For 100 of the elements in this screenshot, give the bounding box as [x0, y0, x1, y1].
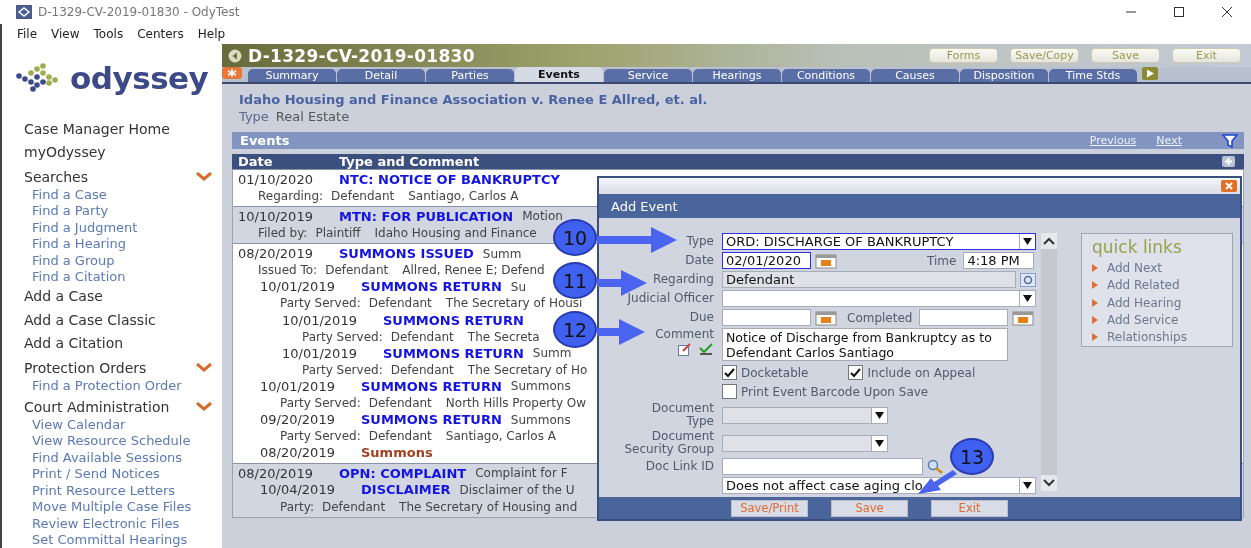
search-icon[interactable]	[927, 459, 943, 474]
sidebar-link[interactable]: Review Electronic Files	[16, 514, 222, 532]
menu-item[interactable]: View	[51, 27, 80, 41]
calendar-icon[interactable]	[815, 252, 837, 269]
checkbox[interactable]	[848, 365, 864, 380]
menu-item[interactable]: Help	[197, 27, 226, 41]
event-type-link[interactable]: SUMMONS RETURN	[361, 279, 502, 295]
menu-item[interactable]: File	[17, 27, 38, 41]
sidebar-link[interactable]: Case Manager Home	[16, 117, 222, 141]
header-button[interactable]: Save	[1091, 48, 1160, 63]
event-type-link[interactable]: SUMMONS RETURN	[383, 312, 524, 328]
asterisk-icon[interactable]	[222, 67, 242, 79]
sidebar-link[interactable]: Set Committal Hearings	[16, 531, 222, 548]
date-field[interactable]: 02/01/2020	[722, 252, 811, 269]
spellcheck-icon[interactable]	[698, 343, 714, 356]
nav-link[interactable]: Previous	[1089, 134, 1137, 147]
case-tab[interactable]: Parties	[426, 69, 514, 82]
sidebar-link[interactable]: Find a Judgment	[16, 219, 222, 236]
quick-link[interactable]: Relationships	[1092, 328, 1232, 347]
nav-link[interactable]: Next	[1156, 134, 1182, 147]
sidebar-link[interactable]: Find a Hearing	[16, 235, 222, 252]
event-type-link[interactable]: NTC: NOTICE OF BANKRUPTCY	[339, 171, 560, 187]
case-tab[interactable]: Events	[515, 67, 603, 82]
judicial-officer-select[interactable]	[722, 290, 1036, 307]
header-button[interactable]: Exit	[1172, 48, 1241, 63]
case-tab[interactable]: Summary	[248, 69, 336, 82]
quick-link[interactable]: Add Next	[1092, 259, 1232, 277]
lookup-icon[interactable]	[1020, 272, 1036, 287]
sidebar-link[interactable]: Find a Group	[16, 251, 222, 269]
quick-link[interactable]: Add Service	[1092, 311, 1232, 329]
due-field[interactable]	[722, 309, 811, 326]
edit-icon[interactable]	[678, 343, 692, 356]
event-type-link[interactable]: SUMMONS RETURN	[361, 412, 502, 428]
sidebar-link[interactable]: Find a Party	[16, 202, 222, 219]
case-tab[interactable]: Time Stds	[1049, 69, 1137, 82]
column-header: Date	[238, 154, 274, 169]
event-type-link[interactable]: SUMMONS ISSUED	[339, 246, 474, 262]
chevron-icon[interactable]	[196, 363, 212, 373]
case-tab[interactable]: Hearings	[693, 69, 781, 82]
close-icon[interactable]	[1221, 180, 1237, 192]
header-button[interactable]: Save/Copy	[1010, 48, 1079, 63]
quick-link[interactable]: Add Related	[1092, 276, 1232, 294]
sidebar-link[interactable]: View Resource Schedule	[16, 432, 222, 450]
field-label: Date	[684, 254, 715, 267]
event-type-link[interactable]: OPN: COMPLAINT	[339, 465, 467, 481]
sidebar-link[interactable]: Add a Case Classic	[16, 308, 222, 332]
event-type-link[interactable]: DISCLAIMER	[361, 482, 451, 498]
case-aging-select[interactable]: Does not affect case aging clo	[722, 477, 1036, 494]
field-label: Document	[651, 402, 714, 415]
event-type-link[interactable]: SUMMONS RETURN	[383, 345, 524, 361]
sidebar-section[interactable]: Protection Orders	[16, 358, 222, 378]
calendar-icon[interactable]	[815, 309, 837, 326]
header-button[interactable]: Forms	[929, 48, 998, 63]
sidebar-link[interactable]: Move Multiple Case Files	[16, 498, 222, 515]
sidebar-link[interactable]: Print Resource Letters	[16, 482, 222, 499]
sidebar-link[interactable]: myOdyssey	[16, 140, 222, 164]
case-tab[interactable]: Conditions	[782, 69, 870, 82]
security-group-select[interactable]	[722, 434, 888, 452]
completed-field[interactable]	[919, 309, 1009, 326]
sidebar-link[interactable]: Add a Case	[16, 284, 222, 308]
menu-item[interactable]: Centers	[137, 27, 184, 41]
add-icon[interactable]	[1222, 156, 1235, 167]
sidebar-link[interactable]: Add a Citation	[16, 331, 222, 355]
calendar-icon[interactable]	[1012, 309, 1035, 326]
quick-link[interactable]: Add Hearing	[1092, 293, 1232, 312]
type-select[interactable]: ORD: DISCHARGE OF BANKRUPTCY	[722, 233, 1036, 250]
chevron-icon[interactable]	[196, 172, 212, 182]
event-comment: Su	[510, 279, 527, 294]
event-type-link[interactable]: SUMMONS RETURN	[361, 378, 502, 394]
event-date: 10/01/2019	[282, 312, 358, 328]
sidebar-section[interactable]: Searches	[16, 167, 222, 187]
play-icon[interactable]	[1142, 67, 1158, 80]
case-tab[interactable]: Causes	[871, 69, 959, 82]
checkbox[interactable]	[722, 365, 737, 380]
sidebar-link[interactable]: Find Available Sessions	[16, 449, 222, 466]
sidebar-link[interactable]: View Calendar	[16, 416, 222, 433]
filter-icon[interactable]	[1222, 133, 1238, 148]
back-icon[interactable]	[228, 48, 242, 63]
chevron-icon[interactable]	[196, 402, 212, 412]
comment-field[interactable]: Notice of Discharge from Bankruptcy as to Defendant Carlos Santiago	[722, 328, 1008, 361]
scroll-up-icon[interactable]	[1043, 237, 1055, 245]
scroll-down-icon[interactable]	[1043, 479, 1055, 487]
event-type-link[interactable]: MTN: FOR PUBLICATION	[339, 209, 514, 224]
case-tab[interactable]: Service	[604, 69, 692, 82]
case-tab[interactable]: Disposition	[960, 69, 1048, 82]
sidebar-link[interactable]: Print / Send Notices	[16, 465, 222, 483]
sidebar-link[interactable]: Find a Citation	[16, 268, 222, 285]
sidebar-section[interactable]: Court Administration	[16, 397, 222, 417]
case-tab[interactable]: Detail	[337, 69, 425, 82]
menu-item[interactable]: Tools	[93, 27, 124, 41]
time-field[interactable]: 4:18 PM	[963, 252, 1035, 269]
sidebar-link[interactable]: Find a Case	[16, 186, 222, 203]
scrollbar[interactable]	[1041, 233, 1057, 491]
regarding-field[interactable]: Defendant	[722, 271, 1016, 288]
sidebar-link[interactable]: Find a Protection Order	[16, 377, 222, 394]
doc-link-field[interactable]	[722, 458, 923, 475]
checkbox[interactable]	[722, 384, 737, 399]
document-type-select[interactable]	[722, 406, 888, 424]
document-link[interactable]: Summons	[361, 445, 433, 461]
selector-arrow-icon	[1023, 238, 1032, 245]
